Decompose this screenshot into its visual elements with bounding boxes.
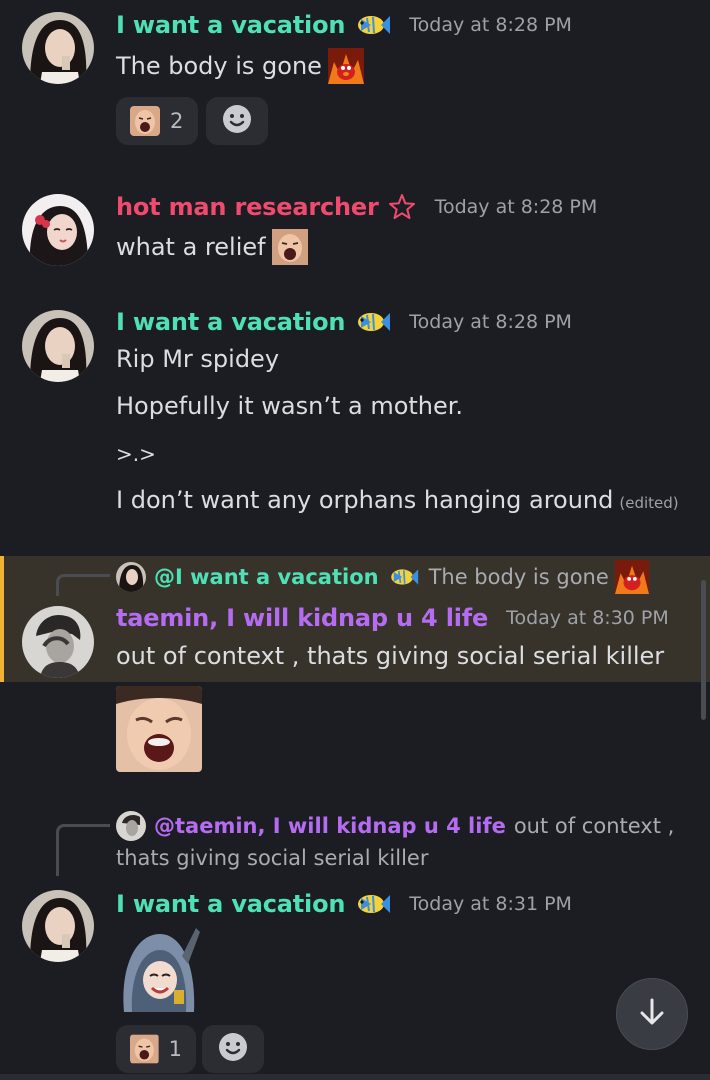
avatar-i-want-a-vacation[interactable] <box>22 890 94 962</box>
edited-label: (edited) <box>619 494 679 512</box>
reply-avatar <box>116 811 146 841</box>
message-content: what a relief <box>116 233 266 261</box>
reply-username[interactable]: @taemin, I will kidnap u 4 life <box>154 814 506 838</box>
reply-text: The body is gone <box>428 565 609 589</box>
reply-connector <box>56 824 110 876</box>
tropical-fish-icon <box>353 889 391 919</box>
username[interactable]: I want a vacation <box>116 11 345 39</box>
message-header: taemin, I will kidnap u 4 life Today at … <box>116 604 669 632</box>
reaction-chip[interactable]: 2 <box>116 97 198 145</box>
message-content: The body is gone <box>116 52 322 80</box>
screaming-face-sticker-icon <box>130 106 160 136</box>
timestamp: Today at 8:28 PM <box>434 196 598 218</box>
screaming-face-sticker-icon <box>130 1034 159 1064</box>
add-reaction-icon <box>221 103 253 139</box>
username[interactable]: I want a vacation <box>116 308 345 336</box>
screaming-face-sticker-icon <box>271 229 308 265</box>
add-reaction-button[interactable] <box>202 1025 264 1073</box>
reply-text: out of context , <box>513 814 675 838</box>
message-line: >.> <box>116 442 156 466</box>
tropical-fish-icon <box>387 564 419 590</box>
tropical-fish-icon <box>353 10 391 40</box>
hooded-person-sticker-image[interactable] <box>116 926 202 1012</box>
avatar-i-want-a-vacation[interactable] <box>22 12 94 84</box>
message-text: out of context , thats giving social ser… <box>116 642 665 670</box>
avatar-taemin[interactable] <box>22 606 94 678</box>
message-header: I want a vacation Today at 8:28 PM <box>116 307 572 337</box>
timestamp: Today at 8:30 PM <box>506 607 669 629</box>
message-line: I don’t want any orphans hanging around … <box>116 486 679 514</box>
timestamp: Today at 8:28 PM <box>409 311 572 333</box>
username[interactable]: I want a vacation <box>116 890 345 918</box>
message-line: Rip Mr spidey <box>116 345 280 373</box>
message-text: The body is gone <box>116 48 364 84</box>
reply-preview[interactable]: @taemin, I will kidnap u 4 life out of c… <box>116 811 674 841</box>
message-header: I want a vacation Today at 8:31 PM <box>116 889 572 919</box>
reply-text: thats giving social serial killer <box>116 846 429 870</box>
reply-preview[interactable]: @I want a vacation The body is gone <box>116 560 649 594</box>
avatar-i-want-a-vacation[interactable] <box>22 310 94 382</box>
reply-avatar <box>116 562 146 592</box>
reply-preview-continued: thats giving social serial killer <box>116 846 428 870</box>
reaction-count: 2 <box>170 109 184 133</box>
screaming-face-image[interactable] <box>116 686 202 772</box>
add-reaction-icon <box>217 1031 249 1067</box>
chat-messages: I want a vacation Today at 8:28 PM The b… <box>0 0 710 1080</box>
avatar-hot-man-researcher[interactable] <box>22 194 94 266</box>
message-line: Hopefully it wasn’t a mother. <box>116 392 464 420</box>
message-header: hot man researcher Today at 8:28 PM <box>116 192 597 222</box>
bottom-divider <box>0 1074 710 1080</box>
jump-to-bottom-button[interactable] <box>616 978 688 1050</box>
username[interactable]: hot man researcher <box>116 193 379 221</box>
scrollbar[interactable] <box>701 580 706 720</box>
tropical-fish-icon <box>353 307 391 337</box>
elmo-fire-emoji-icon <box>327 48 364 84</box>
timestamp: Today at 8:28 PM <box>409 14 572 36</box>
add-reaction-button[interactable] <box>206 97 268 145</box>
reply-connector <box>56 574 110 596</box>
arrow-down-icon <box>635 995 669 1033</box>
elmo-fire-emoji-icon <box>614 560 649 594</box>
star-icon <box>387 192 417 222</box>
reaction-count: 1 <box>168 1037 182 1061</box>
reply-username[interactable]: @I want a vacation <box>154 565 379 589</box>
reaction-chip[interactable]: 1 <box>116 1025 196 1073</box>
username[interactable]: taemin, I will kidnap u 4 life <box>116 604 488 632</box>
timestamp: Today at 8:31 PM <box>409 893 572 915</box>
message-text: what a relief <box>116 229 308 265</box>
message-header: I want a vacation Today at 8:28 PM <box>116 10 572 40</box>
message-content: I don’t want any orphans hanging around <box>116 486 614 514</box>
